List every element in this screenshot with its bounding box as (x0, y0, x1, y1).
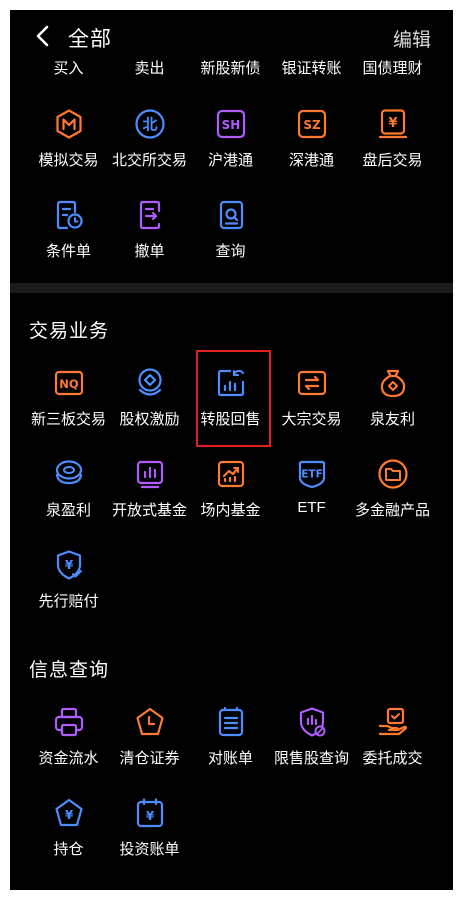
sell-label[interactable]: 卖出 (109, 58, 190, 78)
orders-executions-label: 委托成交 (362, 750, 423, 767)
simulated-trading-item[interactable]: 模拟交易 (28, 108, 109, 188)
trading-business-section-title: 交易业务 (29, 321, 110, 342)
neeq-trading-label: 新三板交易 (30, 411, 106, 428)
sh-icon: SH (216, 109, 246, 139)
svg-text:NQ: NQ (59, 377, 79, 391)
svg-text:¥: ¥ (65, 808, 74, 822)
sh-hk-connect-item[interactable]: SH 沪港通 (190, 108, 271, 188)
bond-finance-label[interactable]: 国债理财 (352, 58, 433, 78)
orders-executions-item[interactable]: 委托成交 (352, 706, 433, 786)
simulated-trading-label: 模拟交易 (38, 152, 99, 169)
bse-trading-item[interactable]: 北 北交所交易 (109, 108, 190, 188)
edit-button[interactable]: 编辑 (393, 25, 431, 52)
advance-compensation-label: 先行赔付 (38, 593, 99, 610)
calendar-yen-icon: ¥ (136, 798, 164, 828)
equity-incentive-item[interactable]: 股权激励 (109, 367, 190, 447)
multi-financial-products-label: 多金融产品 (354, 502, 430, 519)
svg-text:SH: SH (222, 118, 241, 132)
partial-row-clipped: 买入 卖出 新股新债 银证转账 国债理财 (10, 58, 453, 80)
svg-text:ETF: ETF (301, 469, 323, 481)
sh-hk-connect-label: 沪港通 (207, 152, 253, 169)
query-item[interactable]: 查询 (190, 199, 271, 279)
bank-transfer-label[interactable]: 银证转账 (271, 58, 352, 78)
neeq-trading-item[interactable]: NQ 新三板交易 (28, 367, 109, 447)
block-trading-label: 大宗交易 (281, 411, 342, 428)
statement-icon (218, 706, 244, 737)
etf-icon: ETF (298, 460, 326, 489)
bar-chart-icon (136, 460, 164, 489)
shield-yen-icon: ¥ (56, 550, 82, 580)
yen-document-icon: ¥ (378, 109, 408, 139)
ipo-label[interactable]: 新股新债 (190, 58, 271, 78)
conditional-order-item[interactable]: 条件单 (28, 199, 109, 279)
sz-hk-connect-item[interactable]: SZ 深港通 (271, 108, 352, 188)
etf-label: ETF (297, 499, 326, 516)
sz-icon: SZ (297, 109, 327, 139)
page-title: 全部 (68, 28, 112, 51)
statement-item[interactable]: 对账单 (190, 706, 271, 786)
on-exchange-fund-item[interactable]: 场内基金 (190, 458, 271, 538)
back-arrow-icon[interactable] (32, 24, 54, 48)
svg-text:SZ: SZ (303, 118, 321, 132)
app-screen: 全部 编辑 买入 卖出 新股新债 银证转账 国债理财 模拟交易 北 北交所交易 … (10, 10, 453, 890)
svg-text:¥: ¥ (65, 558, 74, 572)
after-hours-trading-label: 盘后交易 (362, 152, 423, 169)
svg-text:¥: ¥ (388, 116, 397, 131)
multi-financial-products-item[interactable]: 多金融产品 (352, 458, 433, 538)
on-exchange-fund-label: 场内基金 (200, 502, 261, 519)
liquidated-securities-item[interactable]: 清仓证券 (109, 706, 190, 786)
cancel-order-label: 撤单 (134, 243, 165, 260)
restricted-shares-query-item[interactable]: 限售股查询 (271, 706, 352, 786)
nq-icon: NQ (54, 370, 84, 396)
money-bag-icon (380, 369, 406, 398)
shield-chart-icon (299, 707, 326, 737)
open-end-fund-item[interactable]: 开放式基金 (109, 458, 190, 538)
simulated-trading-icon (56, 109, 82, 139)
advance-compensation-item[interactable]: ¥ 先行赔付 (28, 549, 109, 629)
trend-chart-icon (217, 460, 245, 488)
liquidated-securities-label: 清仓证券 (119, 750, 180, 767)
after-hours-trading-item[interactable]: ¥ 盘后交易 (352, 108, 433, 188)
buy-label[interactable]: 买入 (28, 58, 109, 78)
restricted-shares-query-label: 限售股查询 (273, 750, 349, 767)
etf-item[interactable]: ETF ETF (271, 458, 352, 538)
highlight-box (196, 350, 271, 447)
bse-trading-label: 北交所交易 (111, 152, 187, 169)
folder-circle-icon (378, 459, 408, 489)
holdings-item[interactable]: ¥ 持仓 (28, 797, 109, 877)
pentagon-yen-icon: ¥ (55, 798, 83, 827)
conditional-order-label: 条件单 (45, 243, 91, 260)
svg-text:¥: ¥ (146, 809, 155, 823)
quanyouli-item[interactable]: 泉友利 (352, 367, 433, 447)
hand-check-icon (378, 707, 408, 736)
fund-flow-label: 资金流水 (38, 750, 99, 767)
search-document-icon (219, 200, 244, 230)
info-query-section-title: 信息查询 (29, 660, 110, 681)
quanyouli-label: 泉友利 (369, 411, 415, 428)
exchange-arrows-icon (297, 370, 327, 396)
coin-pile-icon (55, 460, 83, 485)
cancel-order-icon (139, 200, 161, 230)
printer-icon (54, 707, 84, 737)
svg-text:北: 北 (142, 116, 157, 134)
nav-bar: 全部 编辑 (10, 10, 453, 60)
quanyingli-item[interactable]: 泉盈利 (28, 458, 109, 538)
section-divider (10, 283, 453, 293)
cancel-order-item[interactable]: 撤单 (109, 199, 190, 279)
sz-hk-connect-label: 深港通 (288, 152, 334, 169)
bse-icon: 北 (135, 109, 165, 139)
block-trading-item[interactable]: 大宗交易 (271, 367, 352, 447)
coin-stack-icon (138, 368, 162, 396)
investment-bill-label: 投资账单 (119, 841, 180, 858)
clock-pentagon-icon (136, 707, 164, 736)
quanyingli-label: 泉盈利 (45, 502, 91, 519)
statement-label: 对账单 (207, 750, 253, 767)
conditional-order-icon (56, 200, 83, 230)
equity-incentive-label: 股权激励 (119, 411, 180, 428)
query-label: 查询 (215, 243, 246, 260)
open-end-fund-label: 开放式基金 (111, 502, 187, 519)
investment-bill-item[interactable]: ¥ 投资账单 (109, 797, 190, 877)
fund-flow-item[interactable]: 资金流水 (28, 706, 109, 786)
holdings-label: 持仓 (53, 841, 84, 858)
